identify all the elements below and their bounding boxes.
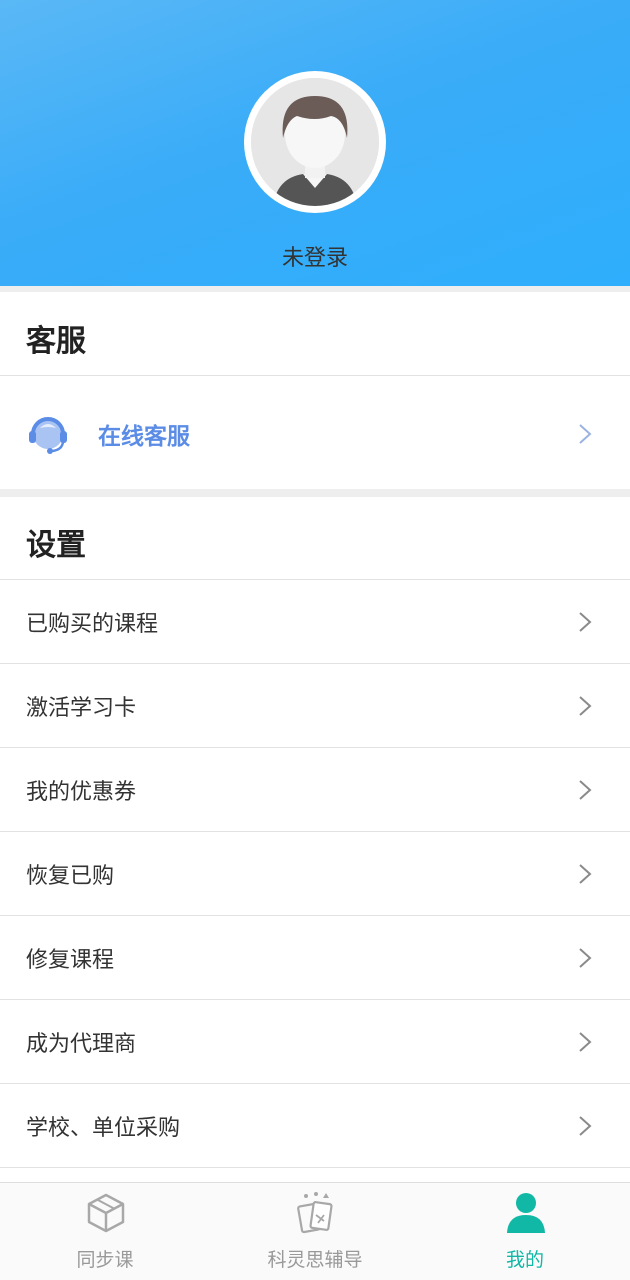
customer-service-title: 客服 xyxy=(26,324,86,359)
tab-label: 我的 xyxy=(505,1249,544,1271)
login-status-text[interactable]: 未登录 xyxy=(0,240,630,272)
settings-item-purchased-courses[interactable]: 已购买的课程 xyxy=(0,580,630,663)
settings-item-label: 成为代理商 xyxy=(26,1031,137,1057)
tab-label: 科灵思辅导 xyxy=(267,1249,363,1271)
tab-label: 同步课 xyxy=(76,1249,134,1271)
section-gap xyxy=(0,489,630,497)
settings-title: 设置 xyxy=(26,528,86,563)
settings-item-become-agent[interactable]: 成为代理商 xyxy=(0,1000,630,1083)
cube-icon xyxy=(87,1193,125,1233)
chevron-right-icon xyxy=(579,424,592,444)
section-gap xyxy=(0,286,630,292)
online-service-item[interactable]: 在线客服 xyxy=(0,392,630,475)
settings-item-label: 已购买的课程 xyxy=(26,611,159,637)
person-icon xyxy=(507,1193,545,1233)
chevron-right-icon xyxy=(579,696,592,716)
chevron-right-icon xyxy=(579,780,592,800)
chevron-right-icon xyxy=(579,1116,592,1136)
headset-icon xyxy=(29,416,67,454)
divider xyxy=(0,375,630,376)
chevron-right-icon xyxy=(579,1032,592,1052)
avatar[interactable] xyxy=(244,71,386,213)
chevron-right-icon xyxy=(579,948,592,968)
settings-item-label: 修复课程 xyxy=(26,947,115,973)
divider xyxy=(0,1167,630,1168)
settings-item-label: 学校、单位采购 xyxy=(26,1115,181,1141)
settings-item-activate-card[interactable]: 激活学习卡 xyxy=(0,664,630,747)
profile-header: 未登录 xyxy=(0,0,630,286)
settings-item-label: 恢复已购 xyxy=(26,863,115,889)
settings-item-label: 我的优惠券 xyxy=(26,779,137,805)
tab-mine[interactable]: 我的 xyxy=(420,1183,630,1280)
settings-item-label: 激活学习卡 xyxy=(26,695,137,721)
chevron-right-icon xyxy=(579,864,592,884)
settings-item-coupons[interactable]: 我的优惠券 xyxy=(0,748,630,831)
online-service-label: 在线客服 xyxy=(98,423,190,450)
settings-item-repair-courses[interactable]: 修复课程 xyxy=(0,916,630,999)
settings-item-bulk-purchase[interactable]: 学校、单位采购 xyxy=(0,1084,630,1167)
chevron-right-icon xyxy=(579,612,592,632)
study-cards-icon xyxy=(297,1192,333,1234)
settings-item-restore-purchases[interactable]: 恢复已购 xyxy=(0,832,630,915)
tab-sync-courses[interactable]: 同步课 xyxy=(0,1183,210,1280)
default-avatar-icon xyxy=(251,78,379,206)
bottom-tab-bar: 同步课 科灵思辅导 我的 xyxy=(0,1182,630,1280)
tab-tutoring[interactable]: 科灵思辅导 xyxy=(210,1183,420,1280)
